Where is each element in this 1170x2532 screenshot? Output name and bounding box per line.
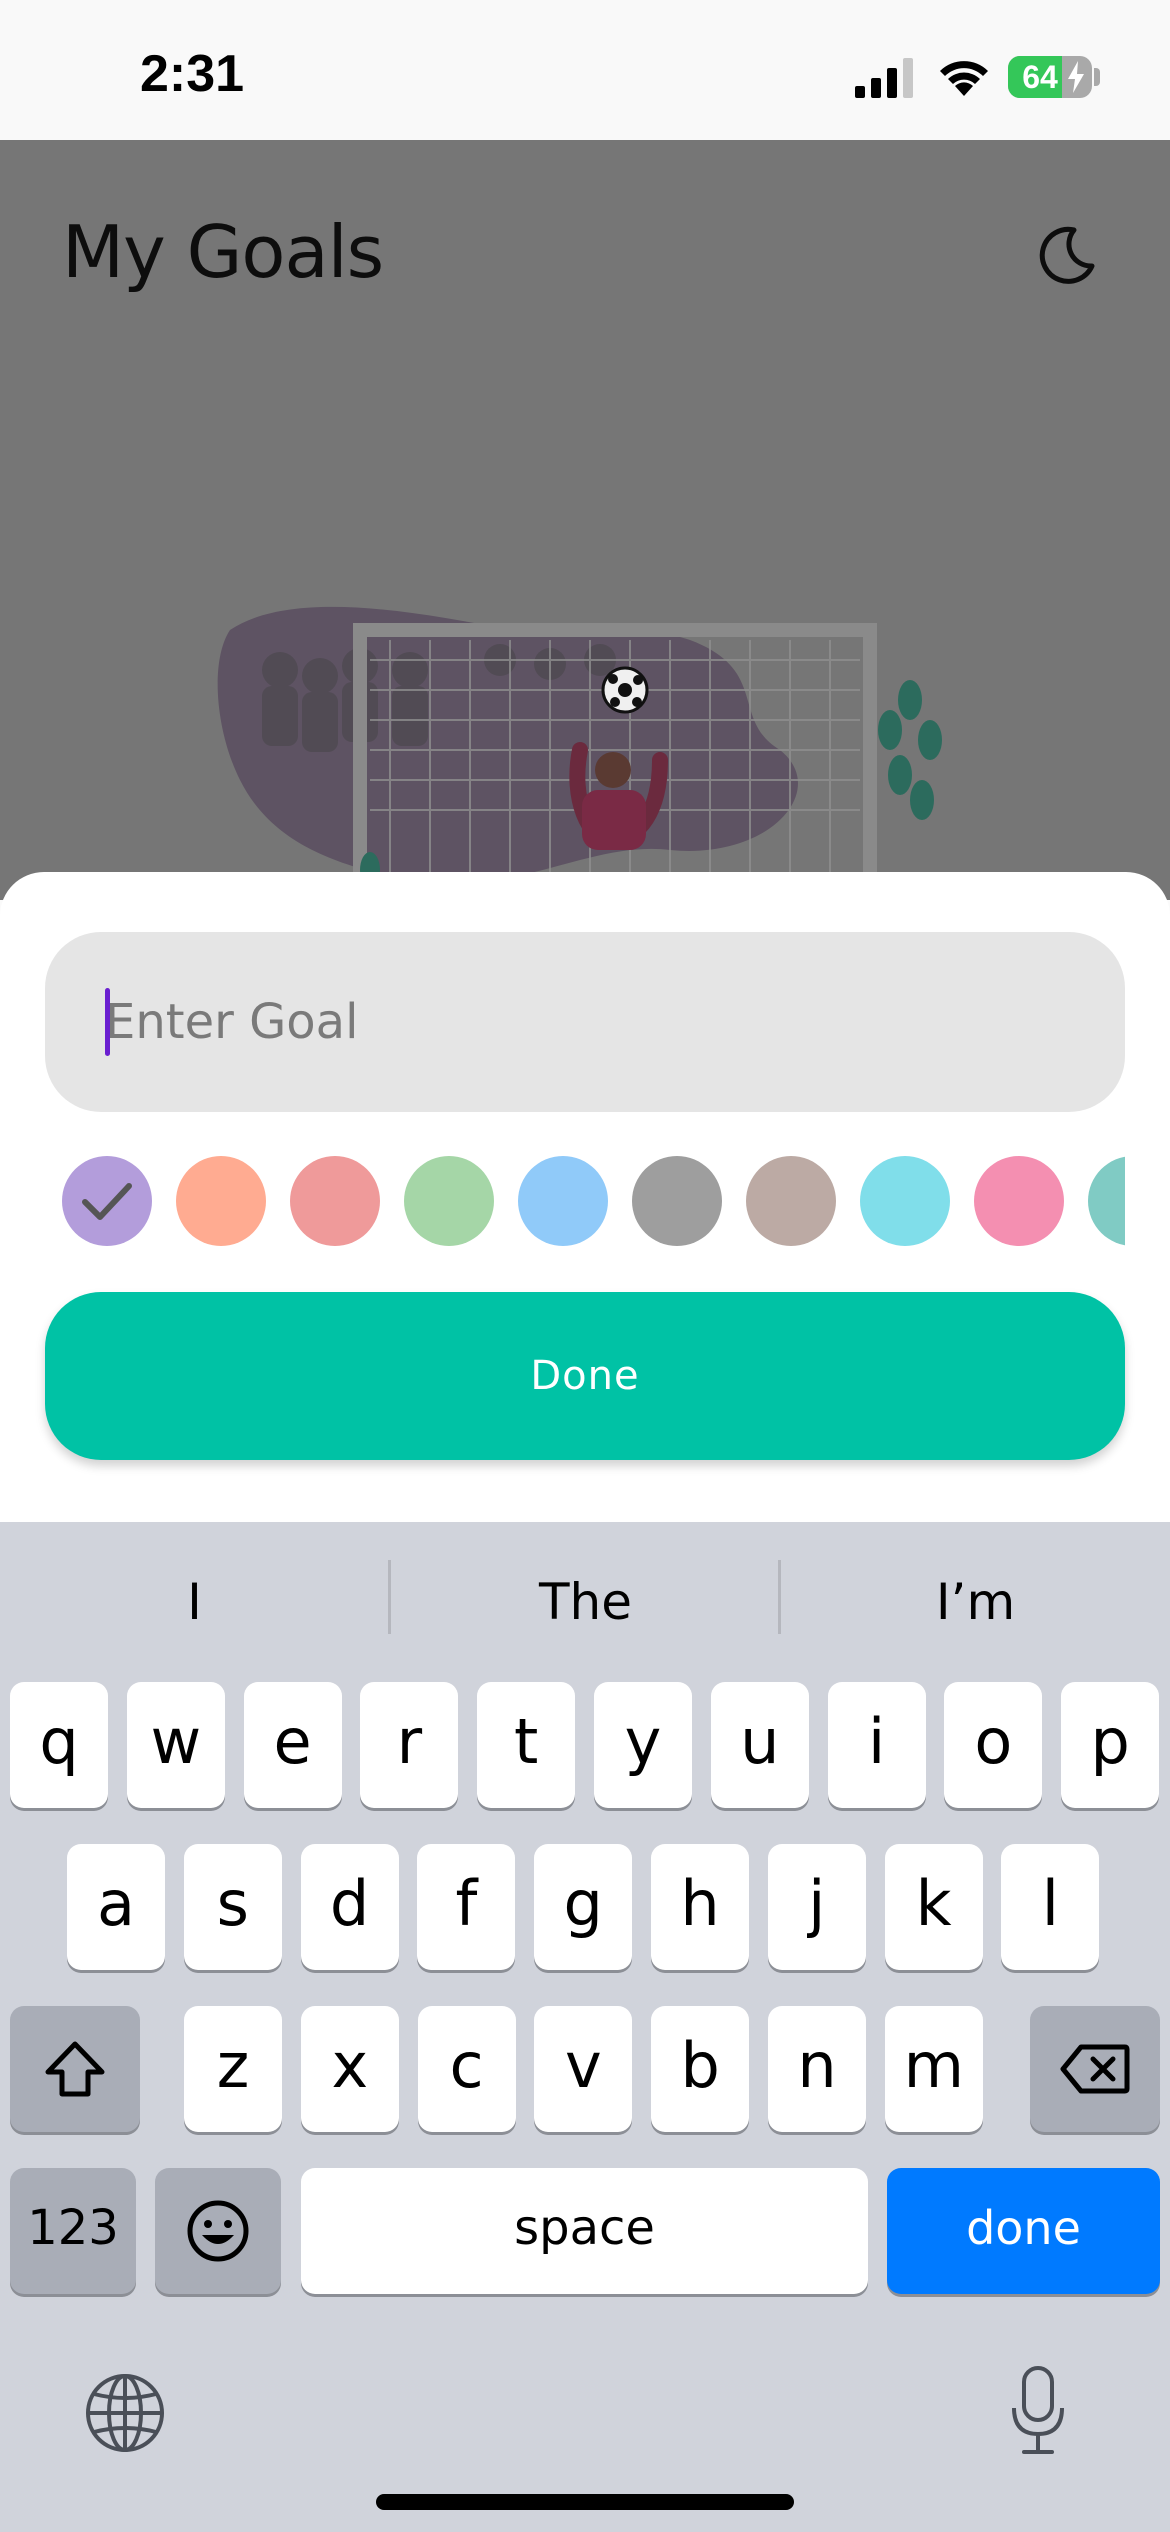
key-r[interactable]: r <box>360 1682 459 1808</box>
done-button[interactable]: Done <box>45 1292 1125 1460</box>
prediction-bar: I The I’m <box>0 1522 1170 1672</box>
key-m[interactable]: m <box>884 2006 983 2132</box>
goal-input[interactable] <box>105 932 1085 1112</box>
emoji-key[interactable] <box>155 2168 281 2294</box>
key-a[interactable]: a <box>67 1844 165 1970</box>
color-swatch-red[interactable] <box>290 1156 380 1246</box>
keyboard: I The I’m 123 space done q w e r t y u i… <box>0 1522 1170 2532</box>
backspace-icon <box>1060 2044 1130 2094</box>
shift-key[interactable] <box>10 2006 140 2132</box>
page-title: My Goals <box>62 210 384 294</box>
key-z[interactable]: z <box>184 2006 282 2132</box>
status-time: 2:31 <box>140 45 245 103</box>
color-swatch-pink[interactable] <box>974 1156 1064 1246</box>
home-indicator <box>376 2494 794 2510</box>
battery-cap <box>1094 68 1100 86</box>
key-o[interactable]: o <box>944 1682 1043 1808</box>
checkmark-icon <box>82 1183 132 1220</box>
color-swatch-grey[interactable] <box>632 1156 722 1246</box>
keyboard-done-key[interactable]: done <box>887 2168 1160 2294</box>
key-n[interactable]: n <box>768 2006 866 2132</box>
color-swatch-blue[interactable] <box>518 1156 608 1246</box>
key-y[interactable]: y <box>594 1682 692 1808</box>
key-t[interactable]: t <box>477 1682 576 1808</box>
key-k[interactable]: k <box>884 1844 983 1970</box>
key-q[interactable]: q <box>10 1682 108 1808</box>
battery-percent: 64 <box>1022 59 1058 95</box>
key-p[interactable]: p <box>1061 1682 1160 1808</box>
backspace-key[interactable] <box>1030 2006 1160 2132</box>
key-c[interactable]: c <box>417 2006 516 2132</box>
globe-icon[interactable] <box>84 2372 166 2454</box>
wifi-icon <box>940 61 988 96</box>
key-g[interactable]: g <box>534 1844 633 1970</box>
battery-icon: 64 <box>1008 56 1092 98</box>
cellular-signal-icon <box>855 58 913 98</box>
shift-icon <box>45 2041 105 2097</box>
add-goal-sheet: Done <box>0 872 1170 1532</box>
goal-input-container[interactable] <box>45 932 1125 1112</box>
goalkeeper-illustration <box>217 606 942 900</box>
key-l[interactable]: l <box>1001 1844 1100 1970</box>
prediction-item[interactable]: The <box>391 1562 780 1642</box>
key-v[interactable]: v <box>534 2006 633 2132</box>
key-b[interactable]: b <box>651 2006 750 2132</box>
app-background: My Goals <box>0 140 1170 900</box>
status-bar: 2:31 64 <box>0 0 1170 140</box>
color-swatch-brown[interactable] <box>746 1156 836 1246</box>
prediction-item[interactable]: I’m <box>781 1562 1170 1642</box>
color-swatch-cyan[interactable] <box>860 1156 950 1246</box>
charging-bolt-icon <box>1068 61 1084 93</box>
key-s[interactable]: s <box>183 1844 282 1970</box>
emoji-icon <box>187 2200 249 2262</box>
key-e[interactable]: e <box>243 1682 342 1808</box>
color-swatch-green[interactable] <box>404 1156 494 1246</box>
key-u[interactable]: u <box>710 1682 809 1808</box>
numbers-key[interactable]: 123 <box>10 2168 136 2294</box>
key-w[interactable]: w <box>126 1682 225 1808</box>
key-i[interactable]: i <box>827 1682 926 1808</box>
prediction-item[interactable]: I <box>0 1562 389 1642</box>
dark-mode-moon-icon[interactable] <box>1034 224 1098 288</box>
key-f[interactable]: f <box>417 1844 516 1970</box>
key-x[interactable]: x <box>300 2006 399 2132</box>
color-swatch-purple[interactable] <box>62 1156 152 1246</box>
color-swatch-teal[interactable] <box>1088 1156 1125 1246</box>
space-key[interactable]: space <box>301 2168 868 2294</box>
key-d[interactable]: d <box>300 1844 399 1970</box>
text-caret <box>105 988 110 1056</box>
color-swatch-orange[interactable] <box>176 1156 266 1246</box>
key-j[interactable]: j <box>767 1844 866 1970</box>
color-swatch-row[interactable] <box>62 1156 1125 1248</box>
microphone-icon[interactable] <box>1008 2364 1068 2456</box>
key-h[interactable]: h <box>651 1844 749 1970</box>
